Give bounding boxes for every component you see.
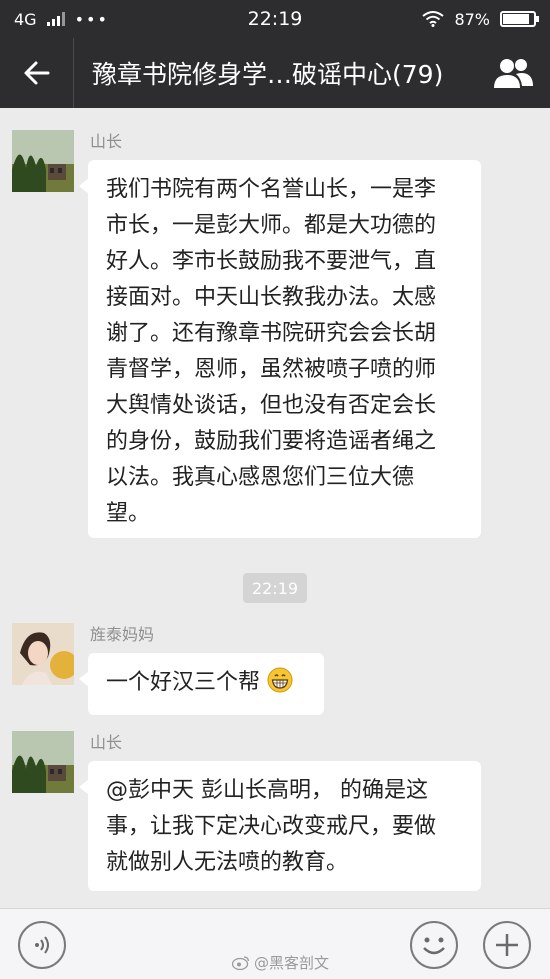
sender-name: 山长 bbox=[90, 132, 123, 151]
message-bubble[interactable]: @彭中天 彭山长高明， 的确是这 事，让我下定决心改变戒尺，要做 就做别人无法喷… bbox=[79, 761, 481, 891]
message-line: 大舆情处谈话，但也没有否定会长 bbox=[106, 393, 437, 418]
message-line: 就做别人无法喷的教育。 bbox=[106, 850, 349, 875]
grinning-face-icon bbox=[267, 667, 293, 693]
back-button[interactable] bbox=[0, 38, 74, 108]
sender-name: 山长 bbox=[90, 733, 123, 752]
chat-title: 豫章书院修身学…破谣中心(79) bbox=[92, 60, 444, 89]
message-line: 市长，一是彭大师。都是大功德的 bbox=[106, 213, 437, 238]
message-bubble[interactable]: 一个好汉三个帮 bbox=[79, 653, 324, 715]
message-line: 一个好汉三个帮 bbox=[106, 670, 261, 695]
watermark-text: @黑客剖文 bbox=[254, 954, 330, 972]
weibo-logo-icon bbox=[232, 956, 250, 970]
battery-icon bbox=[500, 11, 539, 27]
signal-icon bbox=[46, 12, 65, 26]
message-line: 接面对。中天山长教我办法。太感 bbox=[106, 285, 437, 310]
plus-icon bbox=[496, 934, 518, 956]
group-members-button[interactable] bbox=[476, 38, 550, 108]
more-notifications-icon: ••• bbox=[74, 9, 109, 29]
emoji-button[interactable] bbox=[410, 921, 458, 969]
network-indicator: 4G bbox=[14, 9, 37, 29]
status-bar: 4G ••• 22:19 87% bbox=[0, 0, 550, 38]
watermark: @黑客剖文 bbox=[232, 952, 329, 973]
voice-icon bbox=[35, 936, 49, 954]
message-line: 事，让我下定决心改变戒尺，要做 bbox=[106, 814, 437, 839]
message-line: 以法。我真心感恩您们三位大德 bbox=[106, 465, 415, 490]
sender-name: 旌泰妈妈 bbox=[90, 625, 155, 644]
wifi-icon bbox=[422, 11, 445, 27]
chat-header: 豫章书院修身学…破谣中心(79) bbox=[0, 38, 550, 108]
avatar[interactable] bbox=[12, 130, 74, 192]
time-divider: 22:19 bbox=[243, 573, 307, 603]
more-actions-button[interactable] bbox=[483, 921, 531, 969]
message-line: 好人。李市长鼓励我不要泄气，直 bbox=[106, 249, 437, 274]
chat-messages[interactable]: 山长 我们书院有两个名誉山长，一是李 市长，一是彭大师。都是大功德的 好人。李市… bbox=[0, 108, 550, 908]
back-arrow-icon bbox=[24, 61, 49, 85]
message-bubble[interactable]: 我们书院有两个名誉山长，一是李 市长，一是彭大师。都是大功德的 好人。李市长鼓励… bbox=[79, 160, 481, 538]
avatar[interactable] bbox=[12, 731, 74, 793]
emoji-icon bbox=[423, 937, 445, 955]
message-line: 望。 bbox=[106, 501, 151, 526]
message-line: @彭中天 彭山长高明， 的确是这 bbox=[106, 778, 428, 803]
message-line: 我们书院有两个名誉山长，一是李 bbox=[106, 177, 437, 202]
voice-button[interactable] bbox=[18, 921, 66, 969]
avatar[interactable] bbox=[12, 623, 74, 685]
group-members-icon bbox=[494, 59, 533, 88]
message-line: 谢了。还有豫章书院研究会会长胡 bbox=[106, 321, 437, 346]
message-line: 的身份，鼓励我们要将造谣者绳之 bbox=[106, 429, 437, 454]
battery-percent: 87% bbox=[454, 9, 490, 29]
message-line: 青督学，恩师，虽然被喷子喷的师 bbox=[106, 357, 437, 382]
